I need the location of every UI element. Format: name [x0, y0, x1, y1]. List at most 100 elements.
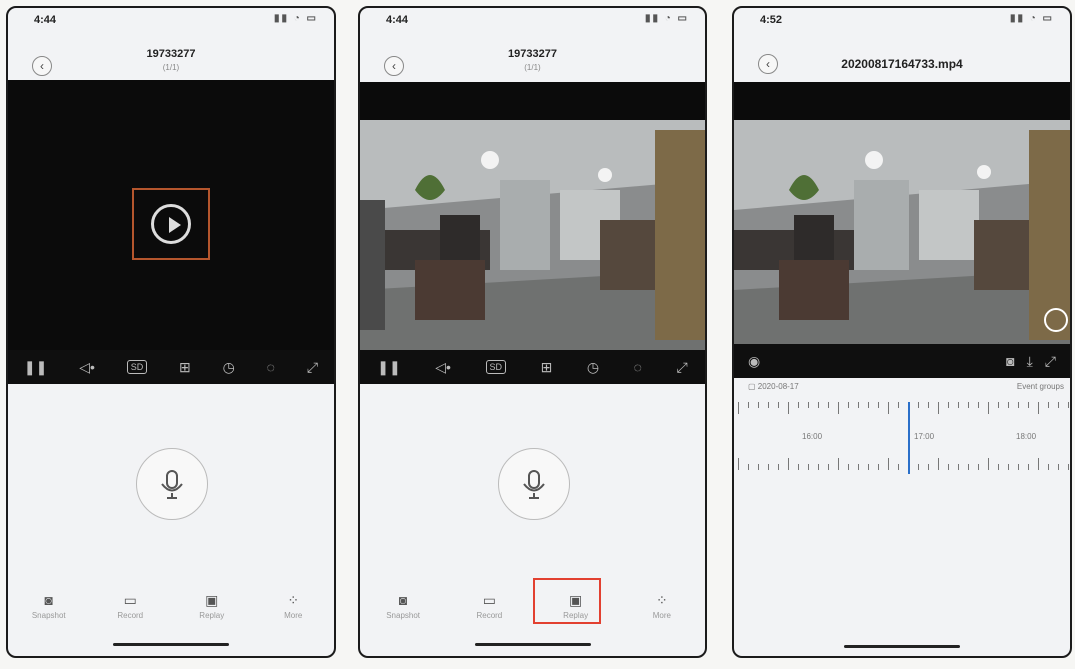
microphone-icon [523, 470, 545, 499]
timeline-tick [838, 458, 839, 470]
status-bar: 4:44 ▮▮ ◔ ▭ [360, 8, 705, 30]
status-bar: 4:52 ▮▮ ◔ ▭ [734, 8, 1070, 30]
timeline-tick [948, 402, 949, 408]
timeline-tick [1038, 402, 1039, 414]
bottom-nav: ◙ Snapshot ▭ Record ▣ Replay ⁘ More [8, 592, 334, 620]
timeline-tick [1028, 464, 1029, 470]
sd-quality-button[interactable]: SD [485, 360, 507, 374]
fullscreen-icon[interactable]: ⤢ [676, 359, 687, 376]
video-area[interactable] [360, 82, 705, 350]
more-button[interactable]: ⁘ More [627, 592, 697, 620]
nav-label: Record [117, 611, 144, 620]
video-area[interactable] [8, 80, 334, 350]
video-area[interactable] [734, 82, 1070, 350]
timeline-label: 18:00 [1016, 432, 1037, 441]
play-button-highlight[interactable] [132, 188, 210, 260]
sd-quality-button[interactable]: SD [126, 360, 148, 374]
snapshot-button[interactable]: ◙ Snapshot [368, 592, 438, 620]
play-icon [151, 204, 191, 244]
replay-button[interactable]: ▣ Replay [177, 592, 247, 620]
video-record-icon: ▭ [123, 592, 137, 608]
office-camera-feed [360, 120, 705, 350]
pause-icon[interactable]: ❚❚ [377, 359, 400, 376]
timeline-tick [768, 464, 769, 470]
snapshot-button[interactable]: ◙ Snapshot [14, 592, 84, 620]
more-button[interactable]: ⁘ More [258, 592, 328, 620]
fullscreen-icon[interactable]: ⤢ [1045, 353, 1056, 370]
timeline-tick [1038, 458, 1039, 470]
fullscreen-icon[interactable]: ⤢ [307, 359, 318, 376]
timeline-tick [1018, 464, 1019, 470]
nav-label: Record [476, 611, 503, 620]
timeline-tick [798, 464, 799, 470]
timeline-cursor[interactable] [908, 402, 910, 474]
timeline-tick [798, 402, 799, 408]
record-button[interactable]: ▭ Record [95, 592, 165, 620]
grid-icon: ⁘ [656, 592, 668, 608]
timeline-tick [918, 464, 919, 470]
status-icons: ▮▮ ◔ ▭ [1009, 13, 1054, 24]
status-time: 4:52 [760, 14, 783, 26]
home-indicator [474, 643, 591, 646]
timeline-tick [848, 402, 849, 408]
replay-button[interactable]: ▣ Replay [532, 578, 611, 624]
player-controls: ❚❚ ◁• SD ⊞ ◷ ◌ ⤢ [8, 350, 334, 384]
date-label: 2020-08-17 [757, 382, 799, 391]
timeline-tick [868, 402, 869, 408]
play-pause-icon[interactable]: ◉ [748, 353, 760, 370]
split-view-icon[interactable]: ⊞ [541, 359, 553, 376]
timeline-tick [848, 464, 849, 470]
timeline-tick [738, 402, 739, 414]
timeline-tick [1068, 464, 1069, 470]
device-subtitle: (1/1) [162, 63, 180, 72]
timeline-tick [808, 464, 809, 470]
timeline-tick [938, 458, 939, 470]
microphone-icon [161, 470, 183, 499]
timeline-tick [898, 464, 899, 470]
event-groups-link[interactable]: Event groups [1017, 382, 1064, 391]
timeline-tick [828, 464, 829, 470]
device-title: 19733277 [508, 48, 557, 60]
player-controls: ❚❚ ◁• SD ⊞ ◷ ◌ ⤢ [360, 350, 705, 384]
download-icon[interactable]: ⤓ [1027, 353, 1033, 370]
replay-controls: ◉ ◙ ⤓ ⤢ [734, 344, 1070, 378]
record-button[interactable]: ▭ Record [454, 592, 524, 620]
settings-icon[interactable]: ◌ [267, 359, 275, 375]
replay-icon: ▣ [205, 592, 219, 608]
timer-icon[interactable]: ◷ [223, 359, 235, 376]
timeline-bottom-ticks [734, 458, 1070, 474]
timeline-tick [788, 458, 789, 470]
replay-highlight [532, 578, 601, 624]
timeline-tick [778, 402, 779, 408]
timeline-tick [1068, 402, 1069, 408]
timeline-tick [888, 458, 889, 470]
timeline-tick [948, 464, 949, 470]
timeline-tick [1028, 402, 1029, 408]
pause-icon[interactable]: ❚❚ [24, 359, 47, 376]
timeline-tick [1048, 402, 1049, 408]
split-view-icon[interactable]: ⊞ [179, 359, 191, 376]
timeline-tick [808, 402, 809, 408]
video-record-icon: ▭ [482, 592, 496, 608]
timeline-tick [888, 402, 889, 414]
timeline-tick [858, 402, 859, 408]
microphone-button[interactable] [498, 448, 570, 520]
speaker-icon[interactable]: ◁• [79, 359, 95, 376]
status-time: 4:44 [34, 14, 57, 26]
timeline-tick [1018, 402, 1019, 408]
screenshot-icon[interactable]: ◙ [1006, 353, 1014, 370]
timeline-label: 16:00 [802, 432, 823, 441]
nav-label: More [284, 611, 303, 620]
nav-label: More [652, 611, 671, 620]
settings-icon[interactable]: ◌ [634, 359, 642, 375]
timeline-tick [758, 464, 759, 470]
timer-icon[interactable]: ◷ [587, 359, 599, 376]
replay-timeline[interactable]: ▢ 2020-08-17 Event groups 16:00 17:00 18… [734, 380, 1070, 480]
microphone-button[interactable] [136, 448, 208, 520]
calendar-date[interactable]: ▢ 2020-08-17 [748, 382, 799, 391]
nav-label: Snapshot [386, 611, 421, 620]
timeline-tick [998, 464, 999, 470]
camera-icon: ◙ [398, 592, 408, 608]
timeline-tick [758, 402, 759, 408]
speaker-icon[interactable]: ◁• [435, 359, 451, 376]
